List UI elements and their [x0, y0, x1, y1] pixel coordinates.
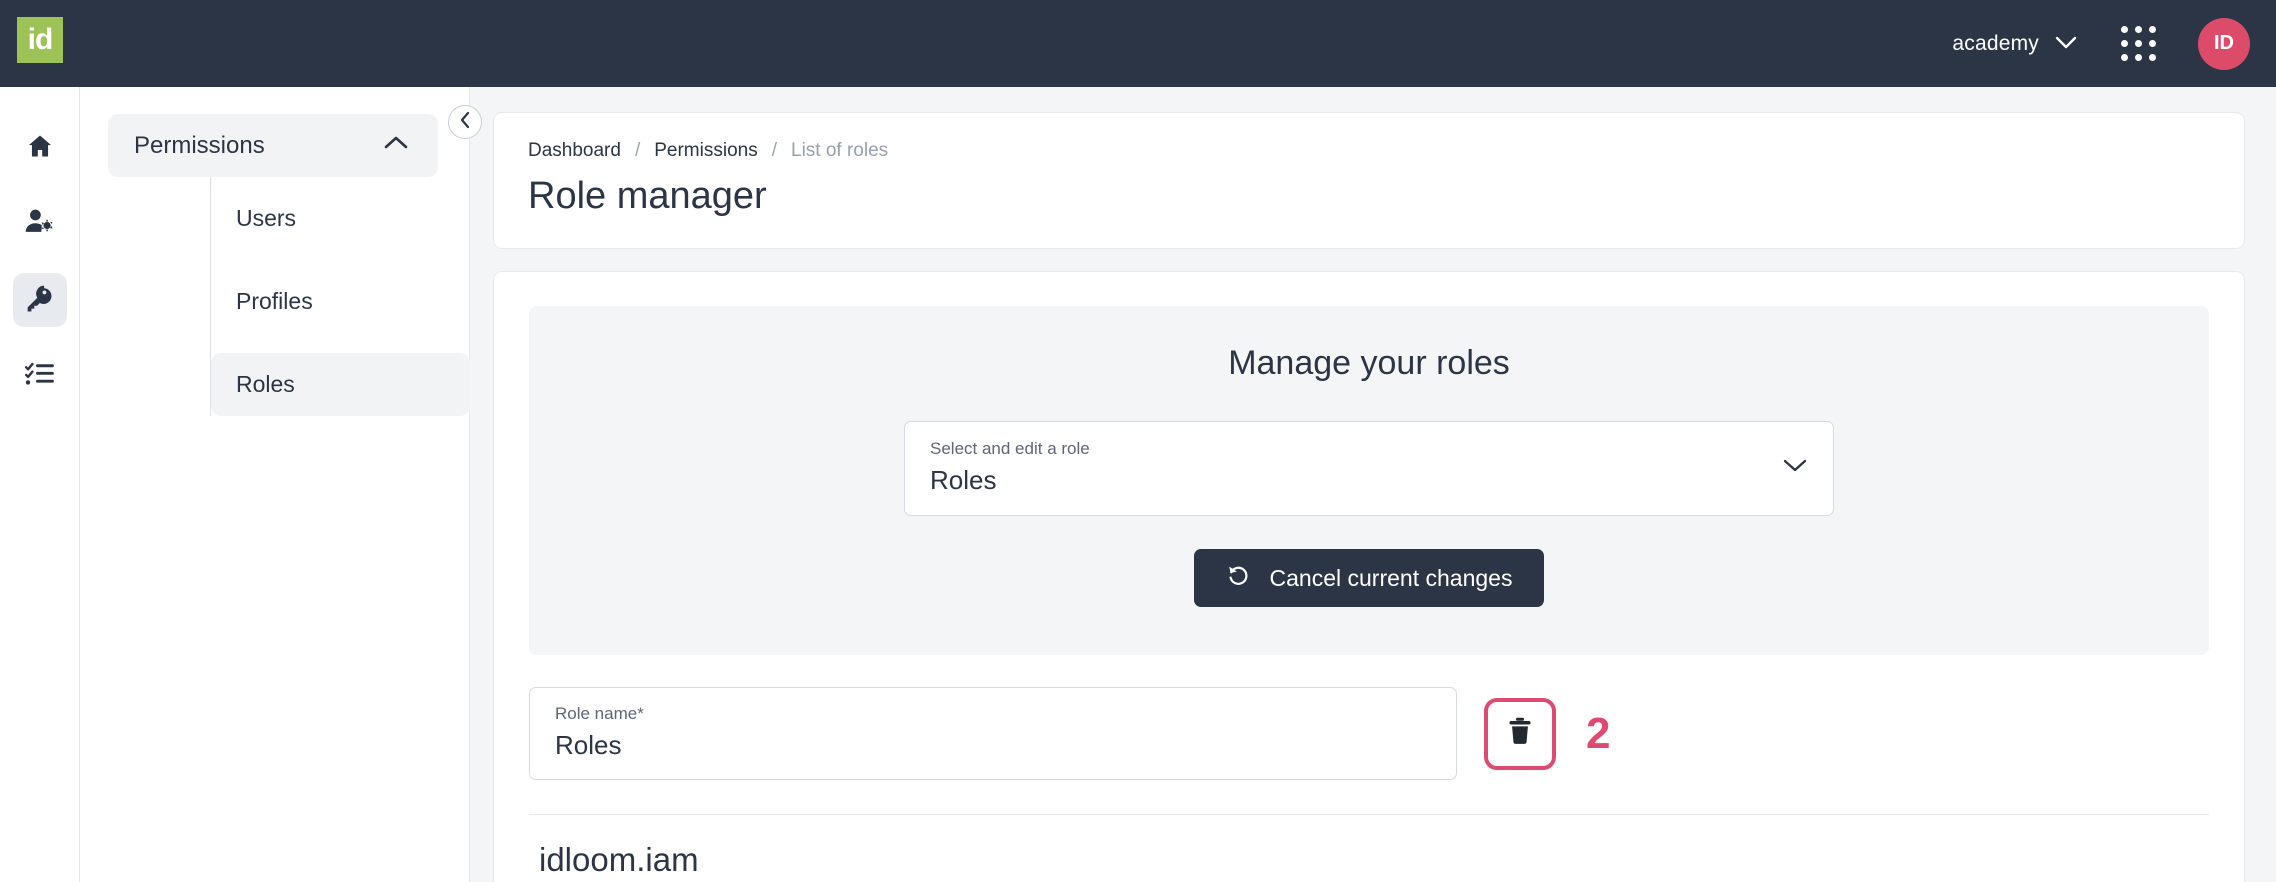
rail-item-user-settings[interactable]: [13, 197, 67, 251]
secondary-nav-panel: Permissions Users Profiles Roles: [81, 87, 470, 882]
trash-icon: [1507, 717, 1533, 750]
panel-title: Manage your roles: [1228, 344, 1510, 382]
page-title: Role manager: [528, 175, 767, 217]
checklist-icon: [24, 361, 55, 392]
avatar-initials: ID: [2214, 32, 2234, 54]
logo-text: id: [27, 23, 54, 56]
sidebar-item-label: Profiles: [236, 288, 313, 314]
step-annotation: 2: [1586, 708, 1611, 758]
chevron-left-icon: [458, 111, 472, 134]
cancel-changes-button[interactable]: Cancel current changes: [1193, 549, 1545, 607]
rail-item-permissions[interactable]: [12, 273, 67, 327]
chevron-down-icon: [2055, 32, 2077, 56]
main-content: Dashboard / Permissions / List of roles …: [470, 87, 2276, 882]
topbar-right-controls: academy ID: [1952, 0, 2250, 87]
user-settings-icon: [24, 208, 55, 241]
home-icon: [25, 132, 55, 165]
nav-group-label: Permissions: [134, 131, 265, 159]
breadcrumb: Dashboard / Permissions / List of roles: [528, 140, 2210, 162]
breadcrumb-item-permissions[interactable]: Permissions: [654, 140, 757, 162]
role-name-label: Role name*: [555, 704, 644, 723]
sidebar-item-label: Users: [236, 205, 297, 231]
roles-body-card: Manage your roles Select and edit a role…: [493, 271, 2245, 882]
sidebar-item-users[interactable]: Users: [211, 187, 470, 250]
chevron-up-icon: [383, 135, 409, 156]
app-logo[interactable]: id: [17, 17, 63, 63]
breadcrumb-separator: /: [634, 140, 641, 161]
page-header-card: Dashboard / Permissions / List of roles …: [493, 112, 2245, 249]
sidebar-item-profiles[interactable]: Profiles: [211, 270, 470, 333]
grid-apps-icon[interactable]: [2121, 26, 2156, 61]
rail-item-tasks[interactable]: [13, 349, 67, 403]
tenant-label: academy: [1952, 31, 2039, 55]
role-select-value: Roles: [930, 465, 997, 495]
breadcrumb-separator: /: [771, 140, 777, 161]
top-bar: id academy ID: [0, 0, 2276, 87]
sidebar-collapse-button[interactable]: [448, 105, 482, 139]
breadcrumb-item-dashboard[interactable]: Dashboard: [528, 140, 621, 162]
icon-rail: [0, 87, 80, 882]
cancel-changes-label: Cancel current changes: [1269, 564, 1513, 591]
nav-group-permissions[interactable]: Permissions: [108, 114, 438, 177]
nav-children-list: Users Profiles Roles: [210, 177, 470, 416]
sidebar-item-label: Roles: [236, 371, 295, 397]
role-select-label: Select and edit a role: [930, 439, 1090, 458]
breadcrumb-item-list-of-roles: List of roles: [791, 140, 889, 161]
delete-role-button[interactable]: [1484, 697, 1556, 770]
sidebar-item-roles[interactable]: Roles: [211, 353, 470, 416]
chevron-down-icon: [1782, 457, 1808, 478]
undo-icon: [1226, 563, 1250, 593]
role-select[interactable]: Select and edit a role Roles: [904, 421, 1834, 516]
role-name-row: Role name* Roles 2: [529, 687, 2209, 780]
role-name-value: Roles: [555, 730, 622, 760]
tenant-selector[interactable]: academy: [1952, 32, 2077, 56]
role-select-text-wrap: Select and edit a role Roles: [930, 439, 1090, 496]
key-icon: [25, 283, 54, 317]
app-root: id academy ID Permissions Users Profiles…: [0, 0, 2276, 882]
section-title: idloom.iam: [539, 841, 699, 878]
manage-roles-panel: Manage your roles Select and edit a role…: [529, 306, 2209, 655]
rail-item-home[interactable]: [13, 121, 67, 175]
role-name-input[interactable]: Role name* Roles: [529, 687, 1457, 780]
avatar[interactable]: ID: [2198, 17, 2250, 70]
